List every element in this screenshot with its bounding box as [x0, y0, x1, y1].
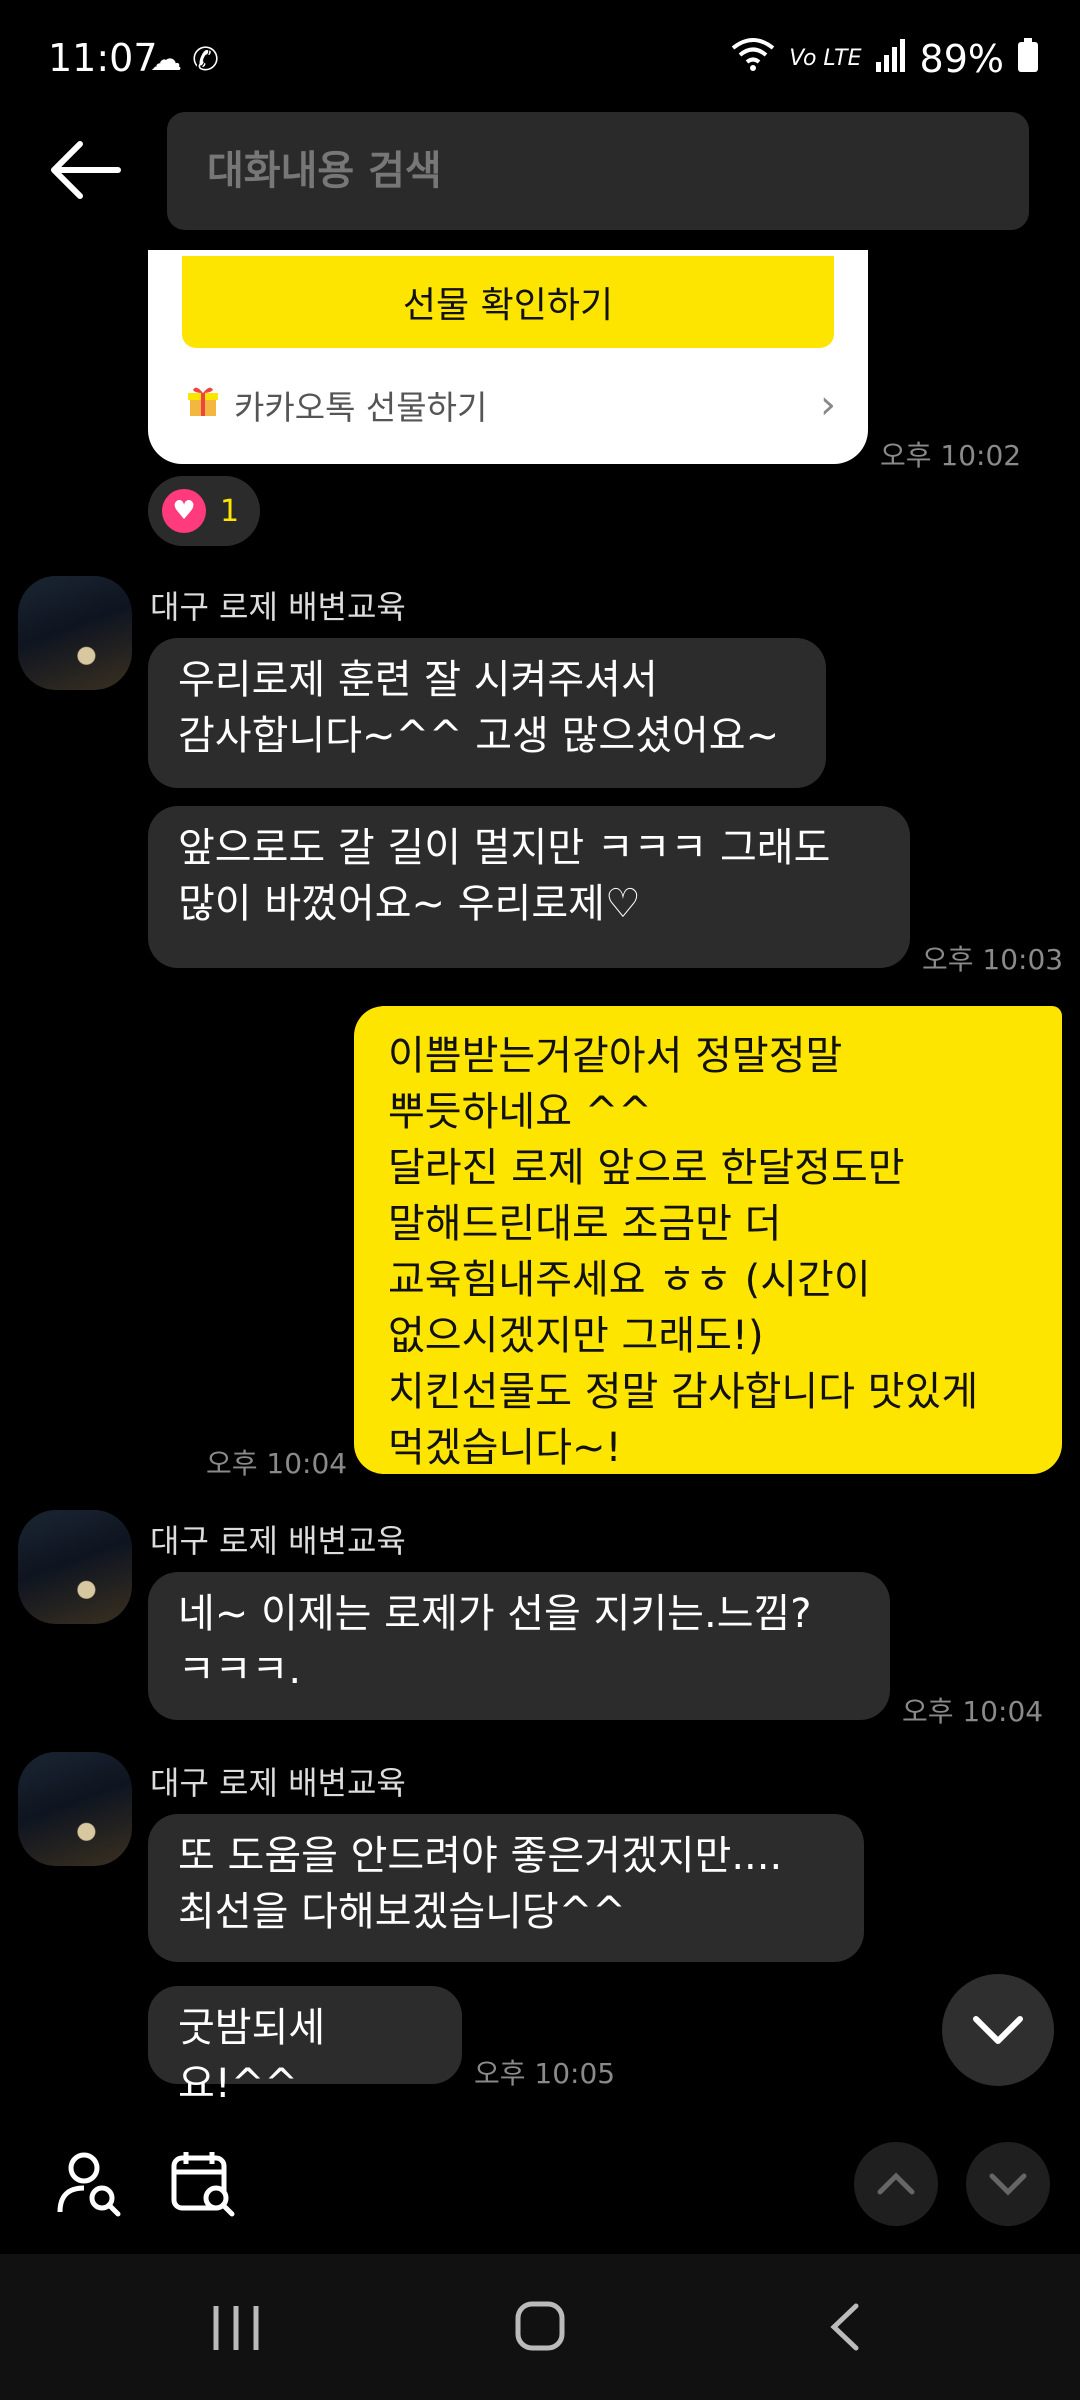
home-icon — [515, 2301, 565, 2351]
recent-apps-icon — [213, 2306, 259, 2350]
recent-apps-button[interactable] — [210, 2304, 262, 2356]
back-button[interactable] — [48, 140, 122, 200]
reaction-count: 1 — [220, 493, 240, 529]
gift-source-label: 카카오톡 선물하기 — [234, 388, 488, 427]
message-bubble[interactable]: 또 도움을 안드려야 좋은거겠지만.... 최선을 다해보겠습니당^^ — [148, 1814, 864, 1962]
next-result-button[interactable] — [966, 2142, 1050, 2226]
sender-name: 대구 로제 배변교육 — [150, 1764, 406, 1802]
gift-box-icon — [186, 384, 220, 426]
search-date-button[interactable] — [170, 2148, 240, 2222]
status-icons: Vo LTE 89% — [731, 36, 1038, 81]
arrow-left-icon — [51, 141, 121, 199]
wifi-icon — [731, 36, 775, 81]
heart-icon: ♥ — [162, 489, 206, 533]
sender-name: 대구 로제 배변교육 — [150, 588, 406, 626]
gift-check-button[interactable]: 선물 확인하기 — [182, 256, 834, 348]
chevron-right-icon: › — [820, 382, 836, 428]
avatar[interactable] — [18, 576, 132, 690]
battery-icon — [1018, 37, 1038, 81]
person-search-icon — [57, 2152, 121, 2217]
calendar-search-icon — [171, 2152, 235, 2217]
back-chevron-icon — [830, 2303, 859, 2351]
reaction-badge[interactable]: ♥ 1 — [148, 476, 260, 546]
message-time: 오후 10:03 — [922, 943, 1064, 976]
volte-label: Vo LTE — [789, 46, 862, 71]
previous-result-button[interactable] — [854, 2142, 938, 2226]
gift-card[interactable]: 선물 확인하기 카카오톡 선물하기 › — [148, 250, 868, 464]
home-button[interactable] — [514, 2300, 566, 2356]
avatar[interactable] — [18, 1752, 132, 1866]
status-app-icons: ☁ ✆ — [150, 40, 219, 78]
message-time: 오후 10:02 — [880, 439, 1022, 472]
message-time: 오후 10:04 — [206, 1447, 348, 1480]
sender-name: 대구 로제 배변교육 — [150, 1522, 406, 1560]
nav-back-button[interactable] — [828, 2302, 860, 2356]
search-bar[interactable] — [167, 112, 1029, 230]
message-time: 오후 10:04 — [902, 1695, 1044, 1728]
chevron-down-icon — [989, 2173, 1027, 2196]
battery-percent: 89% — [919, 36, 1004, 81]
avatar[interactable] — [18, 1510, 132, 1624]
message-bubble[interactable]: 굿밤되세요!^^ — [148, 1986, 462, 2107]
search-input[interactable] — [167, 147, 1009, 195]
chevron-down-icon — [973, 2016, 1023, 2044]
search-member-button[interactable] — [56, 2148, 126, 2222]
my-message-bubble[interactable]: 이쁨받는거같아서 정말정말 뿌듯하네요 ^^ 달라진 로제 앞으로 한달정도만 … — [354, 1006, 1062, 1474]
chevron-up-icon — [877, 2172, 915, 2195]
message-time: 오후 10:05 — [474, 2057, 616, 2090]
message-bubble[interactable]: 앞으로도 갈 길이 멀지만 ㅋㅋㅋ 그래도 많이 바꼈어요~ 우리로제♡ — [148, 806, 910, 968]
gift-source-link[interactable]: 카카오톡 선물하기 › — [186, 380, 836, 430]
message-bubble[interactable]: 우리로제 훈련 잘 시켜주셔서 감사합니다~^^ 고생 많으셨어요~ — [148, 638, 826, 788]
scroll-down-button[interactable] — [942, 1974, 1054, 2086]
status-time: 11:07 — [48, 36, 158, 80]
system-nav-bar — [0, 2254, 1080, 2400]
signal-icon — [875, 37, 906, 81]
message-bubble[interactable]: 네~ 이제는 로제가 선을 지키는.느낌? ㅋㅋㅋ. — [148, 1572, 890, 1720]
